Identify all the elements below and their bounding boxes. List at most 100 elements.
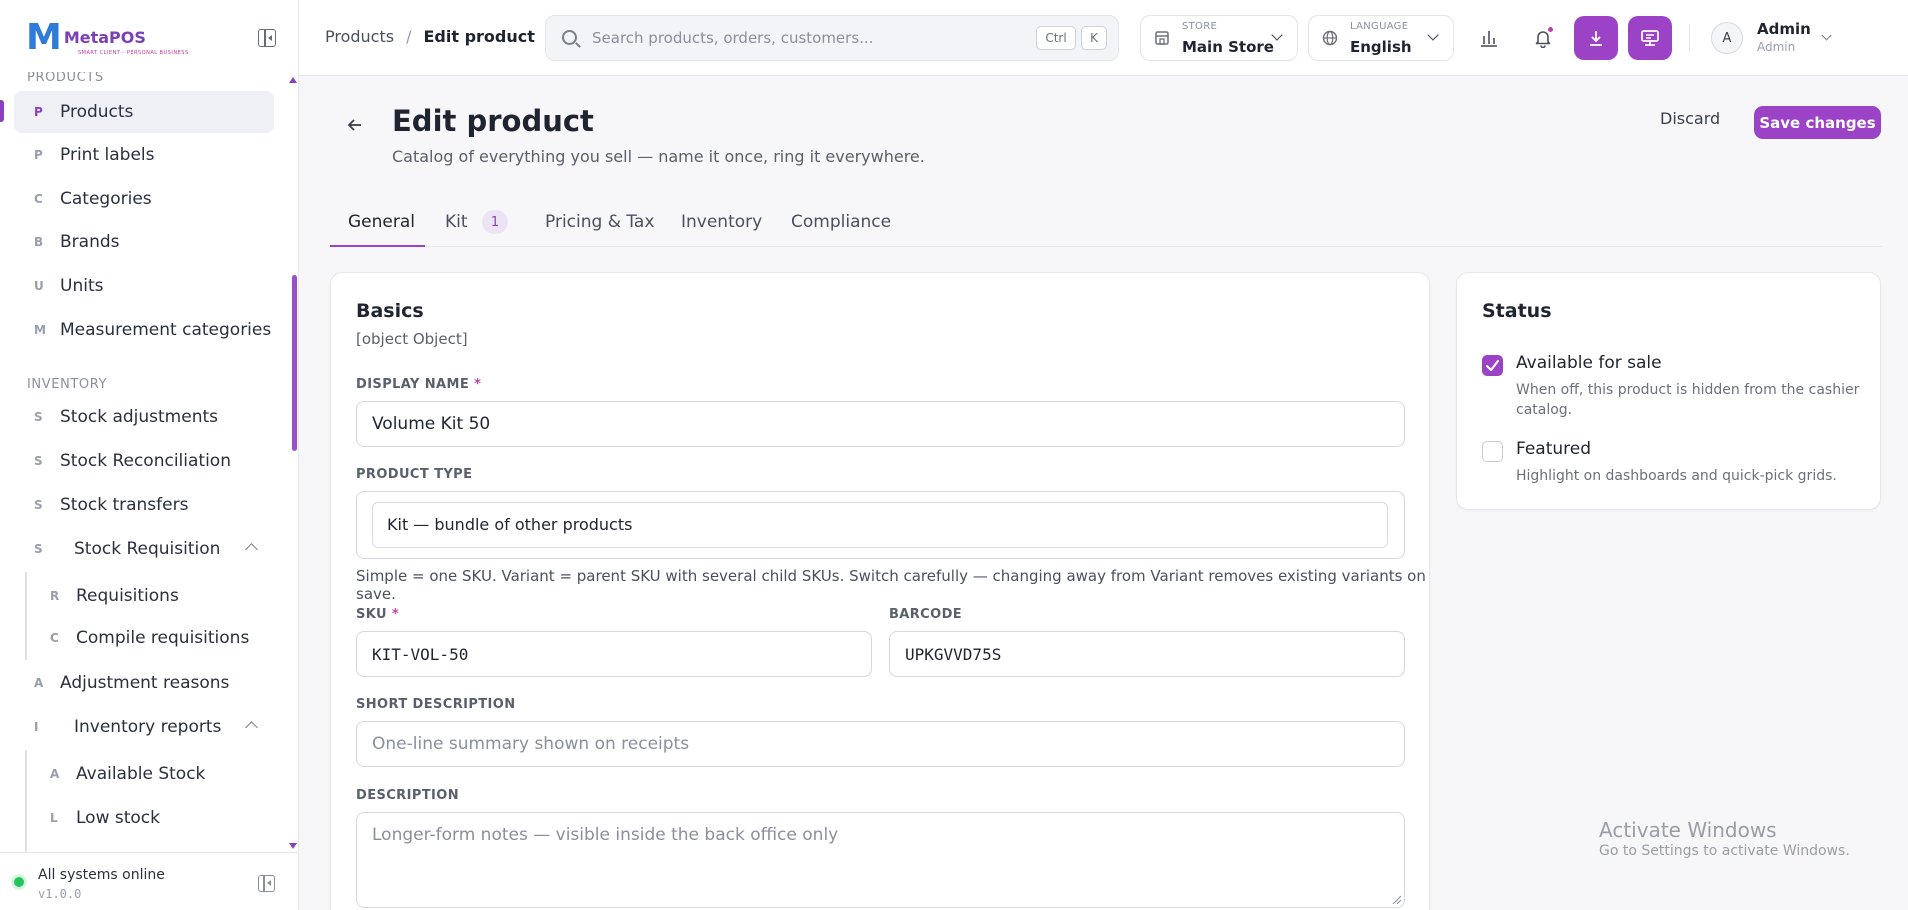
nav-letter: P <box>34 105 43 119</box>
shortcut-key-k: K <box>1081 26 1107 50</box>
barcode-input[interactable] <box>905 632 1389 676</box>
breadcrumb: Products / Edit product <box>325 27 535 46</box>
status-title: Status <box>1482 300 1552 322</box>
sidebar-item-label: Products <box>60 102 134 122</box>
breadcrumb-current: Edit product <box>423 27 535 46</box>
divider <box>1689 24 1690 52</box>
user-name[interactable]: Admin <box>1757 20 1811 38</box>
breadcrumb-separator: / <box>406 27 412 46</box>
product-type-option[interactable]: Kit — bundle of other products <box>372 502 1388 548</box>
download-button[interactable] <box>1574 16 1618 60</box>
sidebar: M MetaPOS SMART CLIENT - PERSONAL BUSINE… <box>0 0 299 910</box>
sidebar-item-low-stock[interactable]: L Low stock <box>30 797 274 839</box>
sidebar-item-label: Available Stock <box>76 764 206 784</box>
sidebar-item-stock-transfers[interactable]: S Stock transfers <box>14 484 274 526</box>
chevron-up-icon[interactable] <box>245 721 258 734</box>
tree-line <box>25 750 27 852</box>
nav-letter: I <box>34 720 39 734</box>
sidebar-item-label: Categories <box>60 189 152 209</box>
sku-field[interactable] <box>356 631 872 677</box>
available-for-sale-description: When off, this product is hidden from th… <box>1516 382 1860 418</box>
nav-letter: S <box>34 542 43 556</box>
sidebar-item-label: Print labels <box>60 145 155 165</box>
nav-letter: S <box>34 410 43 424</box>
display-name-field[interactable] <box>356 401 1405 447</box>
system-status: All systems online <box>38 867 165 883</box>
nav-letter: R <box>50 589 60 603</box>
tab-compliance[interactable]: Compliance <box>791 212 891 232</box>
search-icon <box>562 30 577 45</box>
page-title: Edit product <box>392 104 594 138</box>
collapse-sidebar-icon[interactable] <box>258 29 276 47</box>
app-version: v1.0.0 <box>38 887 82 901</box>
search-input[interactable] <box>592 26 1012 50</box>
featured-label[interactable]: Featured <box>1516 439 1591 459</box>
sidebar-item-available-stock[interactable]: A Available Stock <box>30 753 274 795</box>
nav-letter: A <box>34 676 44 690</box>
tab-kit[interactable]: Kit <box>445 212 468 232</box>
product-type-helper: Simple = one SKU. Variant = parent SKU w… <box>356 567 1426 603</box>
sidebar-item-label: Requisitions <box>76 586 179 606</box>
nav-letter: A <box>50 767 60 781</box>
sidebar-group-inventory-reports[interactable]: I Inventory reports <box>14 706 274 748</box>
sidebar-group-stock-requisition[interactable]: S Stock Requisition <box>14 528 274 570</box>
status-card: Status Available for sale When off, this… <box>1456 272 1881 510</box>
tab-general[interactable]: General <box>348 212 415 232</box>
tab-inventory[interactable]: Inventory <box>681 212 762 232</box>
display-name-input[interactable] <box>372 402 1389 446</box>
online-status-icon <box>14 877 24 887</box>
short-description-field[interactable] <box>356 721 1405 767</box>
sidebar-item-stock-adjustments[interactable]: S Stock adjustments <box>14 396 274 438</box>
user-role: Admin <box>1757 40 1796 54</box>
brand-tagline: SMART CLIENT - PERSONAL BUSINESS <box>78 50 189 56</box>
windows-activation-subtitle: Go to Settings to activate Windows. <box>1599 843 1850 859</box>
sidebar-item-categories[interactable]: C Categories <box>14 178 274 220</box>
product-type-select[interactable]: Kit — bundle of other products <box>356 491 1405 559</box>
available-for-sale-checkbox[interactable] <box>1482 355 1503 376</box>
nav-letter: U <box>34 279 44 293</box>
notifications-button[interactable] <box>1521 16 1565 60</box>
sidebar-item-brands[interactable]: B Brands <box>14 221 274 263</box>
brand-logo[interactable]: M MetaPOS SMART CLIENT - PERSONAL BUSINE… <box>26 18 188 58</box>
discard-button[interactable]: Discard <box>1660 109 1720 128</box>
display-name-label: DISPLAY NAME * <box>356 377 482 392</box>
nav-letter: L <box>50 811 58 825</box>
sidebar-item-compile-requisitions[interactable]: C Compile requisitions <box>30 617 274 659</box>
reports-button[interactable] <box>1467 16 1511 60</box>
collapse-sidebar-icon[interactable] <box>258 875 275 892</box>
sidebar-item-measurement-categories[interactable]: M Measurement categories <box>14 309 274 351</box>
chevron-up-icon[interactable] <box>245 543 258 556</box>
store-selector[interactable]: STORE Main Store <box>1140 15 1298 61</box>
breadcrumb-products-link[interactable]: Products <box>325 27 394 46</box>
sku-input[interactable] <box>372 632 856 676</box>
tab-pricing-tax[interactable]: Pricing & Tax <box>545 212 654 232</box>
product-type-value: Kit — bundle of other products <box>387 515 633 534</box>
barcode-field[interactable] <box>889 631 1405 677</box>
register-icon <box>1641 30 1659 46</box>
chevron-down-icon <box>1427 29 1439 41</box>
description-textarea[interactable] <box>372 823 1389 847</box>
topbar: Products / Edit product Ctrl K STORE Mai… <box>299 0 1908 76</box>
windows-activation-title: Activate Windows <box>1599 818 1777 842</box>
avatar[interactable]: A <box>1711 22 1743 54</box>
short-description-input[interactable] <box>372 722 1389 766</box>
available-for-sale-label[interactable]: Available for sale <box>1516 353 1662 373</box>
sidebar-item-adjustment-reasons[interactable]: A Adjustment reasons <box>14 662 274 704</box>
chevron-down-icon[interactable] <box>1821 30 1832 41</box>
description-field[interactable] <box>356 812 1405 908</box>
sidebar-item-requisitions[interactable]: R Requisitions <box>30 575 274 617</box>
sidebar-item-label: Compile requisitions <box>76 628 250 648</box>
pos-terminal-button[interactable] <box>1628 16 1672 60</box>
language-selector[interactable]: LANGUAGE English <box>1308 15 1454 61</box>
featured-checkbox[interactable] <box>1482 441 1503 462</box>
sidebar-item-products[interactable]: P Products <box>14 91 274 133</box>
nav-letter: M <box>34 323 46 337</box>
sku-label: SKU * <box>356 607 400 622</box>
sidebar-item-units[interactable]: U Units <box>14 265 274 307</box>
back-arrow-icon[interactable] <box>346 116 364 134</box>
resize-handle-icon[interactable] <box>1391 894 1401 904</box>
save-changes-button[interactable]: Save changes <box>1754 106 1881 139</box>
sidebar-item-stock-reconciliation[interactable]: S Stock Reconciliation <box>14 440 274 482</box>
global-search[interactable]: Ctrl K <box>545 15 1119 61</box>
sidebar-item-print-labels[interactable]: P Print labels <box>14 134 274 176</box>
